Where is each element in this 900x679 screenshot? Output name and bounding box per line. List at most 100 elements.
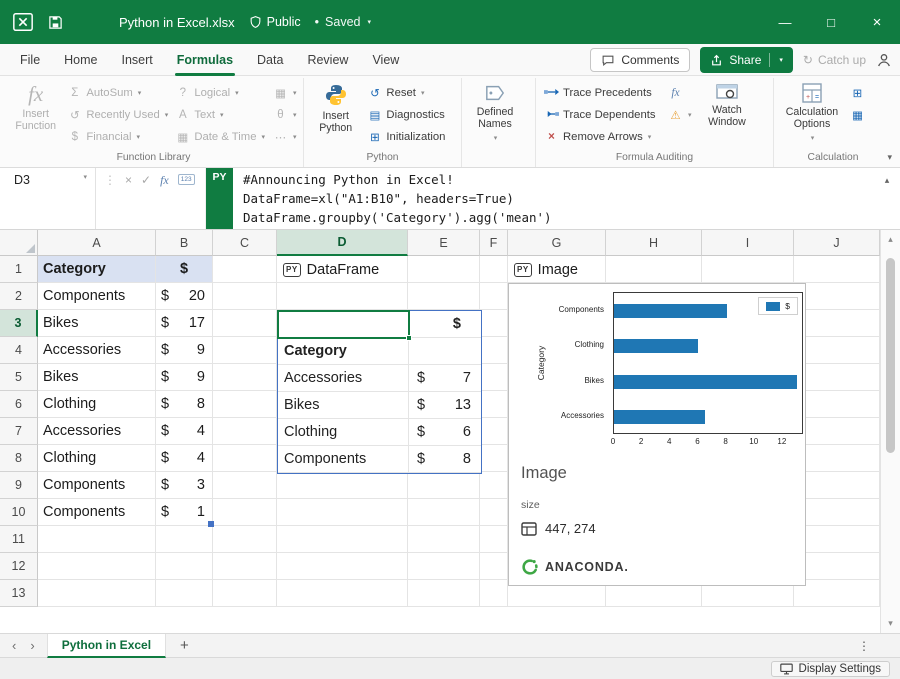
cell-F12[interactable] (480, 553, 508, 580)
cell-B13[interactable] (156, 580, 213, 607)
cell-C5[interactable] (213, 364, 277, 391)
cell-F13[interactable] (480, 580, 508, 607)
fill-handle[interactable] (406, 335, 412, 341)
cell-J7[interactable] (794, 418, 880, 445)
cell-d1-py-label[interactable]: PY DataFrame (283, 256, 379, 283)
insert-python-button[interactable]: Insert Python (309, 79, 362, 151)
cell-D11[interactable] (277, 526, 408, 553)
row-header-4[interactable]: 4 (0, 337, 38, 364)
logical-button[interactable]: ?Logical▾ (172, 82, 268, 104)
active-cell-border[interactable] (277, 310, 410, 339)
quick-save-icon[interactable] (48, 15, 63, 30)
cell-B10[interactable]: $1 (156, 499, 213, 526)
autosum-button[interactable]: ΣAutoSum▾ (64, 82, 170, 104)
diagnostics-button[interactable]: ▤Diagnostics (364, 104, 456, 126)
row-header-3[interactable]: 3 (0, 310, 38, 337)
df-index-header[interactable]: Category (278, 338, 409, 365)
sheet-tab-python-in-excel[interactable]: Python in Excel (47, 634, 166, 658)
name-box[interactable]: D3 ▾ (0, 168, 96, 229)
cell-e4[interactable] (409, 338, 481, 365)
cell-F11[interactable] (480, 526, 508, 553)
catch-up-button[interactable]: ↻ Catch up (803, 53, 866, 67)
df-value-cell[interactable]: $13 (409, 392, 481, 419)
text-button[interactable]: AText▾ (172, 104, 268, 126)
select-all-corner[interactable] (0, 230, 38, 256)
cell-J4[interactable] (794, 337, 880, 364)
date-time-button[interactable]: ▦Date & Time▾ (172, 126, 268, 148)
cell-F5[interactable] (480, 364, 508, 391)
show-formulas-button[interactable]: fx (665, 82, 695, 104)
df-category-cell[interactable]: Clothing (278, 419, 409, 446)
cell-J1[interactable] (794, 256, 880, 283)
value-preview-icon[interactable]: 123 (178, 174, 195, 185)
cell-F8[interactable] (480, 445, 508, 472)
cell-F4[interactable] (480, 337, 508, 364)
df-value-cell[interactable]: $6 (409, 419, 481, 446)
ribbon-tab-view[interactable]: View (360, 44, 411, 76)
df-category-cell[interactable]: Accessories (278, 365, 409, 392)
row-header-2[interactable]: 2 (0, 283, 38, 310)
cell-F3[interactable] (480, 310, 508, 337)
cell-C8[interactable] (213, 445, 277, 472)
sheet-options-icon[interactable]: ⋮ (858, 639, 870, 653)
scroll-up-icon[interactable]: ▴ (881, 234, 900, 245)
maximize-button[interactable]: □ (808, 0, 854, 44)
row-header-6[interactable]: 6 (0, 391, 38, 418)
cell-B5[interactable]: $9 (156, 364, 213, 391)
cell-C10[interactable] (213, 499, 277, 526)
cell-B4[interactable]: $9 (156, 337, 213, 364)
cell-C11[interactable] (213, 526, 277, 553)
cell-B1[interactable]: $ (156, 256, 213, 283)
save-status[interactable]: • Saved ▾ (315, 15, 371, 29)
cell-E12[interactable] (408, 553, 480, 580)
close-button[interactable]: × (854, 0, 900, 44)
collapse-ribbon-icon[interactable]: ▾ (887, 152, 892, 163)
ribbon-tab-data[interactable]: Data (245, 44, 295, 76)
column-header-H[interactable]: H (606, 230, 702, 256)
initialization-button[interactable]: ⊞Initialization (364, 126, 456, 148)
row-header-12[interactable]: 12 (0, 553, 38, 580)
vertical-scrollbar[interactable]: ▴ ▾ (880, 230, 900, 633)
scroll-down-icon[interactable]: ▾ (881, 618, 900, 629)
account-person-icon[interactable] (876, 52, 892, 68)
column-header-G[interactable]: G (508, 230, 606, 256)
cell-C7[interactable] (213, 418, 277, 445)
cell-A7[interactable]: Accessories (38, 418, 156, 445)
comments-button[interactable]: Comments (590, 48, 690, 72)
cancel-icon[interactable]: × (125, 173, 132, 187)
cell-J11[interactable] (794, 526, 880, 553)
remove-arrows-button[interactable]: × Remove Arrows ▾ (541, 126, 663, 148)
recently-used-button[interactable]: ↺Recently Used▾ (64, 104, 170, 126)
calculation-options-button[interactable]: += Calculation Options ▾ (779, 79, 845, 151)
ribbon-tab-review[interactable]: Review (295, 44, 360, 76)
cell-d3[interactable] (278, 311, 409, 338)
cell-J3[interactable] (794, 310, 880, 337)
financial-button[interactable]: $Financial▾ (64, 126, 170, 148)
calculate-sheet-button[interactable]: ▦ (847, 104, 875, 126)
sheet-scroll-right-icon[interactable]: › (30, 638, 34, 653)
error-checking-button[interactable]: ⚠▾ (665, 104, 695, 126)
column-header-I[interactable]: I (702, 230, 794, 256)
cell-C12[interactable] (213, 553, 277, 580)
cell-C13[interactable] (213, 580, 277, 607)
cell-C4[interactable] (213, 337, 277, 364)
cell-E1[interactable] (408, 256, 480, 283)
cell-C2[interactable] (213, 283, 277, 310)
cell-E11[interactable] (408, 526, 480, 553)
formula-input[interactable]: #Announcing Python in Excel!DataFrame=xl… (233, 168, 874, 229)
cell-B12[interactable] (156, 553, 213, 580)
cell-D13[interactable] (277, 580, 408, 607)
cell-J9[interactable] (794, 472, 880, 499)
df-category-cell[interactable]: Bikes (278, 392, 409, 419)
cell-D2[interactable] (277, 283, 408, 310)
add-sheet-button[interactable]: + (180, 637, 189, 654)
cell-J5[interactable] (794, 364, 880, 391)
cell-B6[interactable]: $8 (156, 391, 213, 418)
cell-A8[interactable]: Clothing (38, 445, 156, 472)
reset-button[interactable]: ↺Reset▾ (364, 82, 456, 104)
row-header-8[interactable]: 8 (0, 445, 38, 472)
cell-B3[interactable]: $17 (156, 310, 213, 337)
cell-D12[interactable] (277, 553, 408, 580)
cell-F1[interactable] (480, 256, 508, 283)
lookup-reference-dropdown[interactable]: ▦▾ (270, 82, 298, 104)
